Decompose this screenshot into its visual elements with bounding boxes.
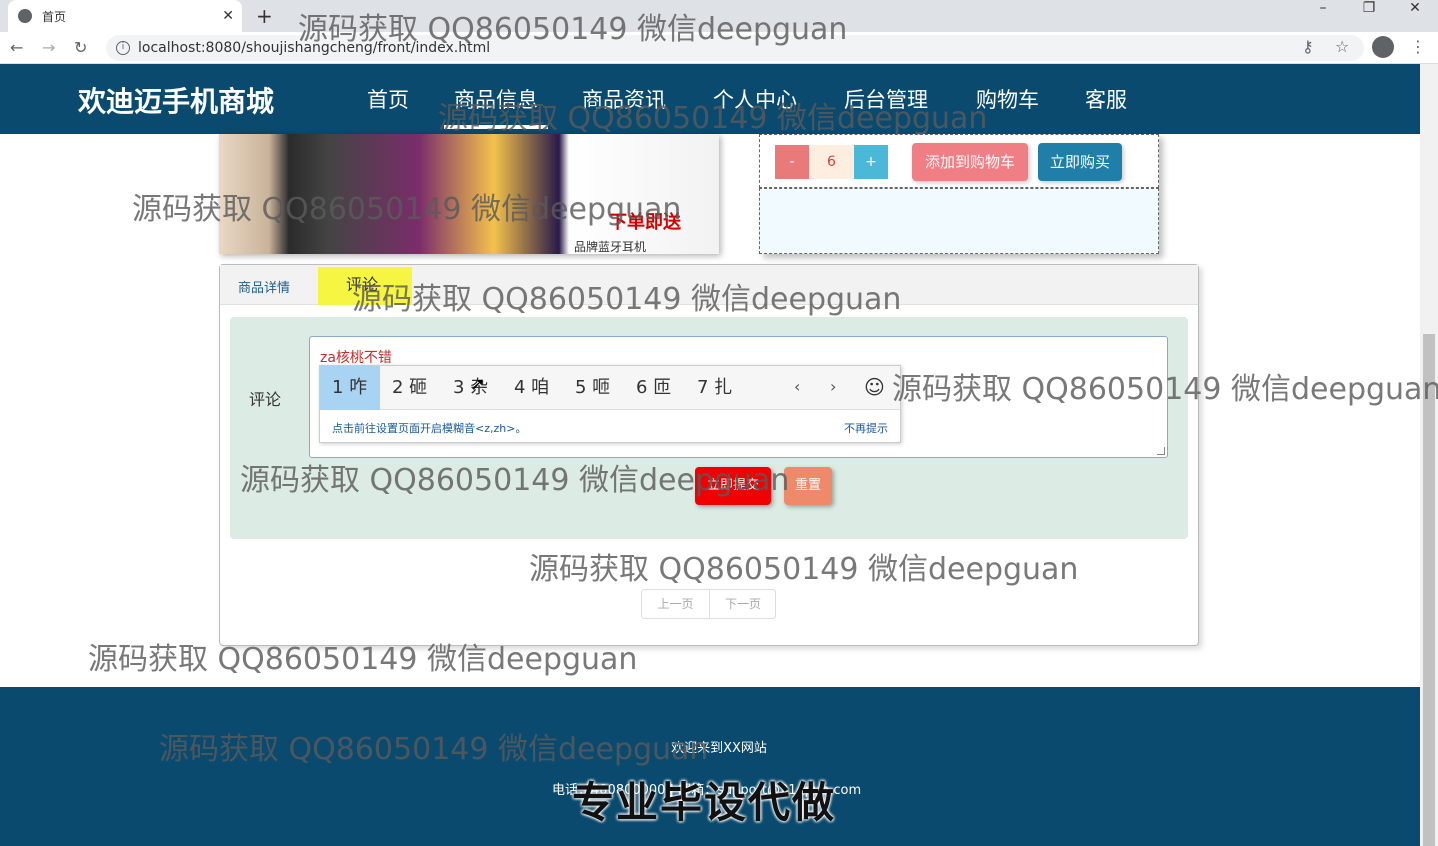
menu-icon[interactable]: ⋮	[1410, 37, 1426, 56]
submit-button[interactable]: 立即提交	[695, 467, 771, 505]
profile-avatar[interactable]	[1372, 36, 1394, 58]
product-image: 下单即送 品牌蓝牙耳机	[219, 134, 719, 254]
quantity-increase-button[interactable]: +	[854, 145, 888, 179]
resize-handle[interactable]	[1157, 447, 1165, 455]
reload-icon[interactable]: ↻	[74, 38, 87, 57]
ime-candidate[interactable]: 4 咱	[514, 366, 549, 410]
add-to-cart-button[interactable]: 添加到购物车	[912, 143, 1028, 181]
new-tab-icon[interactable]: +	[256, 4, 273, 28]
address-bar[interactable]: i localhost:8080/shoujishangcheng/front/…	[106, 35, 1364, 61]
purchase-box: - 6 + 添加到购物车 立即购买	[759, 134, 1159, 188]
nav-admin[interactable]: 后台管理	[844, 84, 928, 114]
scrollbar-thumb[interactable]	[1423, 334, 1435, 846]
promo-text: 下单即送	[609, 212, 681, 233]
forward-icon[interactable]: →	[42, 38, 55, 57]
footer-slogan: 专业毕设代做	[572, 778, 837, 827]
page-scrollbar[interactable]	[1420, 64, 1438, 846]
back-icon[interactable]: ←	[10, 38, 23, 57]
buy-now-button[interactable]: 立即购买	[1038, 143, 1122, 181]
globe-icon	[18, 9, 32, 23]
ime-candidate[interactable]: 5 咂	[575, 366, 610, 410]
next-page-button[interactable]: 下一页	[709, 590, 776, 618]
mouse-cursor-icon: ➚	[470, 374, 486, 395]
site-footer: 欢迎来到XX网站 电话：400800000 | 邮箱：support@21epu…	[0, 687, 1420, 846]
nav-home[interactable]: 首页	[367, 84, 409, 114]
nav-service[interactable]: 客服	[1085, 84, 1127, 114]
tab-title: 首页	[42, 9, 67, 24]
reset-button[interactable]: 重置	[784, 467, 832, 505]
quantity-decrease-button[interactable]: -	[775, 145, 809, 179]
key-icon[interactable]: ⚷	[1302, 37, 1314, 56]
ime-candidate[interactable]: 7 扎	[697, 366, 732, 410]
site-logo[interactable]: 欢迪迈手机商城	[78, 80, 274, 120]
nav-profile[interactable]: 个人中心	[713, 84, 797, 114]
url-text: localhost:8080/shoujishangcheng/front/in…	[138, 40, 491, 56]
ime-candidate[interactable]: 1 咋	[320, 366, 380, 410]
tab-product-detail[interactable]: 商品详情	[238, 277, 290, 296]
pagination: 上一页 下一页	[641, 589, 776, 619]
star-icon[interactable]: ☆	[1335, 37, 1349, 56]
ime-next-icon[interactable]: ›	[830, 377, 836, 396]
ime-candidate[interactable]: 2 砸	[392, 366, 427, 410]
browser-tab[interactable]: 首页 ✕	[8, 0, 242, 32]
comment-form: 评论 za核桃不错 1 咋 2 砸 3 杂 4 咱 5 咂 6 匝 7 扎 ‹ …	[230, 317, 1188, 539]
nav-news[interactable]: 商品资讯	[582, 84, 666, 114]
ime-hint[interactable]: 点击前往设置页面开启模糊音<z,zh>。	[332, 420, 526, 436]
emoji-icon[interactable]: ☺	[864, 375, 885, 399]
detail-tabs: 商品详情 评论	[220, 265, 1198, 305]
ime-candidate-popup: 1 咋 2 砸 3 杂 4 咱 5 咂 6 匝 7 扎 ‹ › ☺ 点击前往设置…	[319, 365, 901, 443]
comment-label: 评论	[249, 390, 282, 409]
tab-comments[interactable]: 评论	[318, 267, 412, 305]
info-icon[interactable]: i	[116, 41, 130, 55]
purchase-info-box	[759, 188, 1159, 254]
ime-candidate-row: 1 咋 2 砸 3 杂 4 咱 5 咂 6 匝 7 扎 ‹ › ☺	[320, 366, 900, 410]
ime-prev-icon[interactable]: ‹	[794, 377, 800, 396]
window-close-icon[interactable]: ✕	[1392, 0, 1438, 22]
ime-dismiss-link[interactable]: 不再提示	[844, 420, 888, 436]
promo-subtext: 品牌蓝牙耳机	[574, 240, 647, 254]
browser-toolbar: ← → ↻ i localhost:8080/shoujishangcheng/…	[0, 32, 1438, 64]
restore-icon[interactable]: ❐	[1346, 0, 1392, 22]
detail-panel: 商品详情 评论 评论 za核桃不错 1 咋 2 砸 3 杂 4 咱 5 咂 6 …	[219, 264, 1199, 646]
nav-products[interactable]: 商品信息	[444, 84, 548, 129]
prev-page-button[interactable]: 上一页	[642, 590, 709, 618]
quantity-input[interactable]: 6	[809, 145, 854, 179]
nav-cart[interactable]: 购物车	[976, 84, 1039, 114]
ime-candidate[interactable]: 6 匝	[636, 366, 671, 410]
comment-text: za核桃不错	[320, 350, 392, 366]
close-icon[interactable]: ✕	[222, 8, 234, 24]
browser-tabbar: 首页 ✕ + – ❐ ✕	[0, 0, 1438, 32]
minimize-icon[interactable]: –	[1300, 0, 1346, 22]
site-header: 欢迪迈手机商城 首页 商品信息 商品资讯 个人中心 后台管理 购物车 客服	[0, 64, 1420, 134]
footer-welcome: 欢迎来到XX网站	[671, 741, 767, 756]
